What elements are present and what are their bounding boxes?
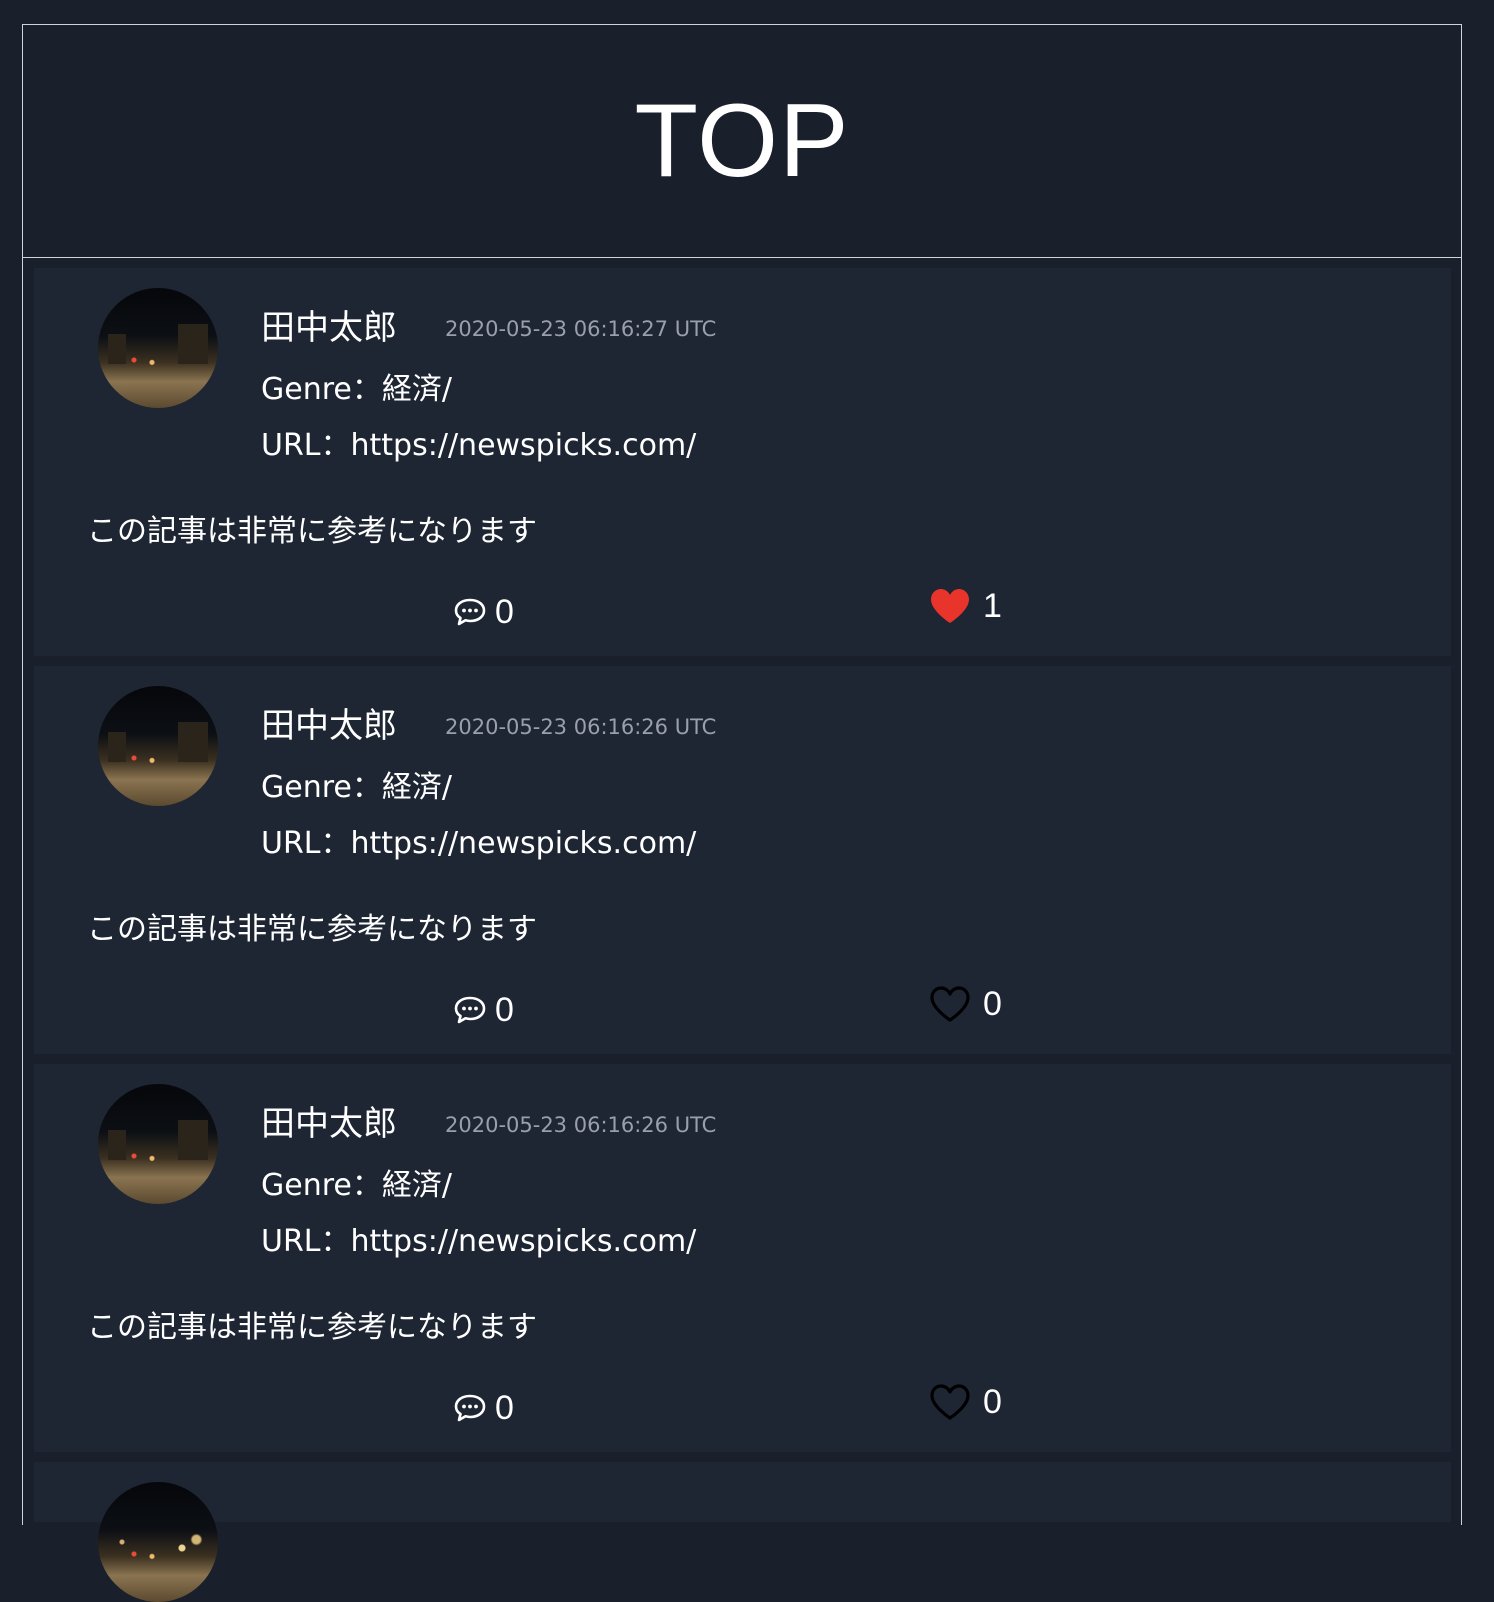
like-count: 0 [983,1383,1002,1421]
page-title: TOP [634,82,850,199]
comment-count: 0 [495,991,514,1029]
comment-count: 0 [495,1389,514,1427]
speech-bubble-icon [453,597,487,627]
post-genre: Genre：経済/ [261,770,452,805]
post-card[interactable]: 田中太郎 2020-05-23 06:16:27 UTC Genre：経済/ U… [34,268,1451,656]
post-genre: Genre：経済/ [261,1168,452,1203]
like-button[interactable]: 1 [929,586,1002,626]
like-count: 1 [983,587,1002,625]
post-card[interactable] [34,1462,1451,1602]
like-button[interactable]: 0 [929,1382,1002,1422]
post-url[interactable]: URL：https://newspicks.com/ [261,428,696,464]
post-genre: Genre：経済/ [261,372,452,407]
comment-button[interactable]: 0 [453,1388,514,1428]
author-name[interactable]: 田中太郎 [261,308,397,348]
page-frame: TOP 田中太郎 2020-05-23 06:16:27 UTC Genre：経… [22,24,1462,1602]
post-url[interactable]: URL：https://newspicks.com/ [261,826,696,862]
post-timestamp: 2020-05-23 06:16:26 UTC [445,715,717,739]
post-list: 田中太郎 2020-05-23 06:16:27 UTC Genre：経済/ U… [23,258,1461,1602]
heart-filled-icon [929,587,971,625]
post-card[interactable]: 田中太郎 2020-05-23 06:16:26 UTC Genre：経済/ U… [34,1064,1451,1452]
heart-outline-icon [929,985,971,1023]
comment-count: 0 [495,593,514,631]
avatar[interactable] [98,1482,218,1602]
page-header: TOP [23,25,1461,258]
post-body: この記事は非常に参考になります [87,1310,537,1345]
post-timestamp: 2020-05-23 06:16:26 UTC [445,1113,717,1137]
comment-button[interactable]: 0 [453,990,514,1030]
comment-button[interactable]: 0 [453,592,514,632]
post-body: この記事は非常に参考になります [87,912,537,947]
post-url[interactable]: URL：https://newspicks.com/ [261,1224,696,1260]
like-button[interactable]: 0 [929,984,1002,1024]
post-body: この記事は非常に参考になります [87,514,537,549]
author-name[interactable]: 田中太郎 [261,706,397,746]
post-timestamp: 2020-05-23 06:16:27 UTC [445,317,717,341]
speech-bubble-icon [453,995,487,1025]
avatar[interactable] [98,288,218,408]
author-name[interactable]: 田中太郎 [261,1104,397,1144]
post-card[interactable]: 田中太郎 2020-05-23 06:16:26 UTC Genre：経済/ U… [34,666,1451,1054]
speech-bubble-icon [453,1393,487,1423]
like-count: 0 [983,985,1002,1023]
avatar[interactable] [98,686,218,806]
heart-outline-icon [929,1383,971,1421]
avatar[interactable] [98,1084,218,1204]
